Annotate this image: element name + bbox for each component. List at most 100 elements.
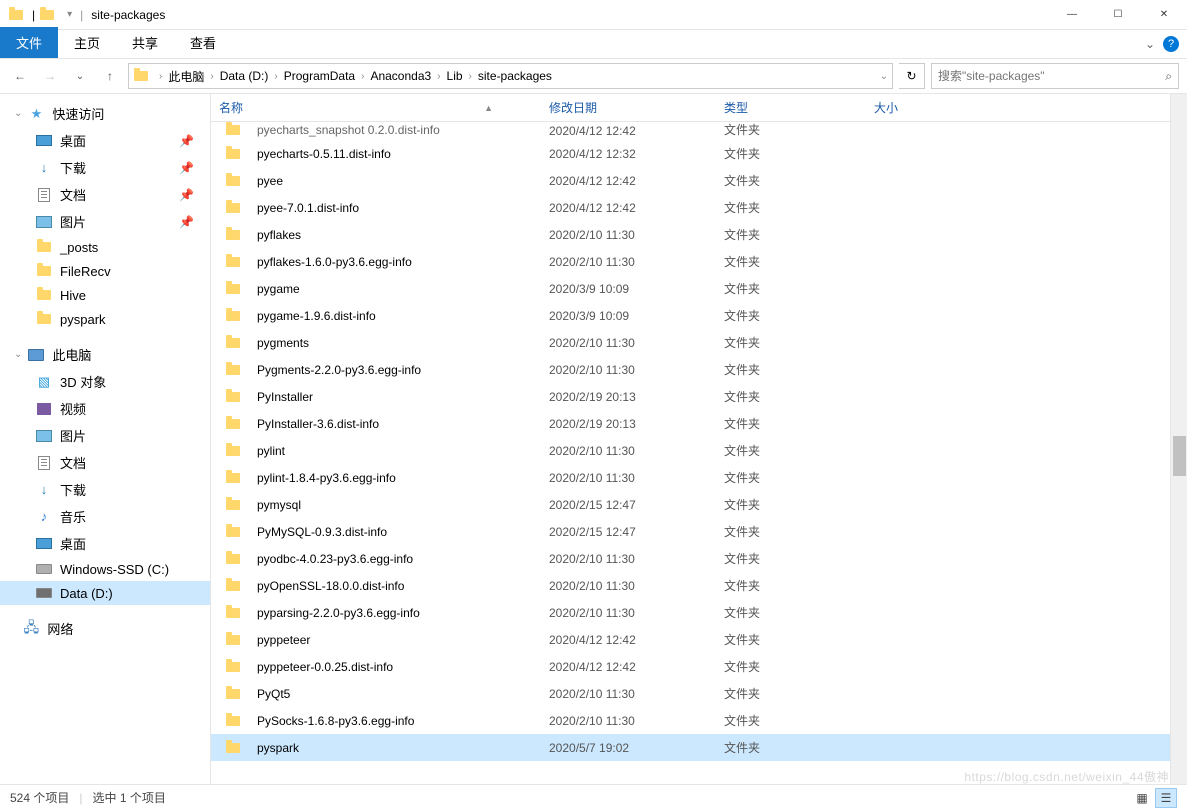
tab-share[interactable]: 共享: [116, 27, 174, 58]
file-row[interactable]: PyInstaller2020/2/19 20:13文件夹: [211, 383, 1187, 410]
breadcrumb-sep[interactable]: ›: [159, 71, 162, 82]
file-row[interactable]: pyee-7.0.1.dist-info2020/4/12 12:42文件夹: [211, 194, 1187, 221]
back-button[interactable]: ←: [8, 64, 32, 88]
tab-home[interactable]: 主页: [58, 27, 116, 58]
history-dropdown[interactable]: ⌄: [68, 64, 92, 88]
sidebar-item[interactable]: Hive: [0, 283, 210, 307]
sidebar-item[interactable]: 图片: [0, 422, 210, 449]
sidebar-item[interactable]: Data (D:): [0, 581, 210, 605]
breadcrumb-sep[interactable]: ›: [469, 71, 472, 82]
file-type: 文件夹: [716, 199, 866, 216]
sidebar-item[interactable]: ↓下载📌: [0, 154, 210, 181]
file-date: 2020/2/10 11:30: [541, 228, 716, 242]
sidebar-item[interactable]: 文档: [0, 449, 210, 476]
minimize-button[interactable]: —: [1049, 0, 1095, 30]
help-icon[interactable]: ?: [1163, 36, 1179, 52]
sidebar-item[interactable]: pyspark: [0, 307, 210, 331]
sidebar-this-pc[interactable]: ⌄ 此电脑: [0, 341, 210, 368]
breadcrumb-sep[interactable]: ›: [361, 71, 364, 82]
file-row[interactable]: pylint-1.8.4-py3.6.egg-info2020/2/10 11:…: [211, 464, 1187, 491]
sidebar-item[interactable]: 文档📌: [0, 181, 210, 208]
crumb-lib[interactable]: Lib: [443, 67, 467, 85]
refresh-button[interactable]: ↻: [899, 63, 925, 89]
file-date: 2020/2/10 11:30: [541, 471, 716, 485]
sidebar-item[interactable]: 图片📌: [0, 208, 210, 235]
col-size[interactable]: 大小: [866, 99, 966, 116]
folder-icon[interactable]: [39, 7, 55, 23]
scroll-thumb[interactable]: [1173, 436, 1186, 476]
file-name: pyflakes-1.6.0-py3.6.egg-info: [257, 255, 412, 269]
file-row[interactable]: Pygments-2.2.0-py3.6.egg-info2020/2/10 1…: [211, 356, 1187, 383]
maximize-button[interactable]: ☐: [1095, 0, 1141, 30]
breadcrumb[interactable]: › 此电脑 › Data (D:) › ProgramData › Anacon…: [128, 63, 893, 89]
view-thumbnails-button[interactable]: ▦: [1131, 788, 1153, 808]
sidebar-item[interactable]: Windows-SSD (C:): [0, 557, 210, 581]
file-row[interactable]: pyspark2020/5/7 19:02文件夹: [211, 734, 1187, 761]
crumb-anaconda[interactable]: Anaconda3: [366, 67, 435, 85]
file-row[interactable]: pylint2020/2/10 11:30文件夹: [211, 437, 1187, 464]
sidebar-item-label: pyspark: [60, 312, 106, 327]
file-row[interactable]: pyflakes2020/2/10 11:30文件夹: [211, 221, 1187, 248]
crumb-drive[interactable]: Data (D:): [216, 67, 273, 85]
sidebar-item[interactable]: 桌面📌: [0, 127, 210, 154]
sidebar-item[interactable]: FileRecv: [0, 259, 210, 283]
breadcrumb-sep[interactable]: ›: [274, 71, 277, 82]
up-button[interactable]: ↑: [98, 64, 122, 88]
file-type: 文件夹: [716, 712, 866, 729]
qat-dropdown[interactable]: ▾: [67, 9, 72, 20]
crumb-pc[interactable]: 此电脑: [164, 66, 208, 87]
sidebar-item[interactable]: ↓下载: [0, 476, 210, 503]
ribbon-chevron-icon[interactable]: ⌄: [1145, 37, 1155, 51]
file-row[interactable]: pyOpenSSL-18.0.0.dist-info2020/2/10 11:3…: [211, 572, 1187, 599]
col-date[interactable]: 修改日期: [541, 99, 716, 116]
sidebar-quick-access[interactable]: ⌄ ★ 快速访问: [0, 100, 210, 127]
file-row[interactable]: pyflakes-1.6.0-py3.6.egg-info2020/2/10 1…: [211, 248, 1187, 275]
sidebar-network[interactable]: › 🖧 网络: [0, 615, 210, 642]
file-row[interactable]: pyee2020/4/12 12:42文件夹: [211, 167, 1187, 194]
breadcrumb-dropdown-icon[interactable]: ⌄: [880, 71, 888, 82]
file-row[interactable]: pyecharts-0.5.11.dist-info2020/4/12 12:3…: [211, 140, 1187, 167]
file-row[interactable]: PySocks-1.6.8-py3.6.egg-info2020/2/10 11…: [211, 707, 1187, 734]
file-row[interactable]: pyecharts_snapshot 0.2.0.dist-info2020/4…: [211, 122, 1187, 140]
file-row[interactable]: pygame-1.9.6.dist-info2020/3/9 10:09文件夹: [211, 302, 1187, 329]
col-type[interactable]: 类型: [716, 99, 866, 116]
network-group: › 🖧 网络: [0, 615, 210, 642]
file-row[interactable]: pyodbc-4.0.23-py3.6.egg-info2020/2/10 11…: [211, 545, 1187, 572]
sidebar-item[interactable]: 视频: [0, 395, 210, 422]
forward-button[interactable]: →: [38, 64, 62, 88]
file-type: 文件夹: [716, 307, 866, 324]
file-row[interactable]: PyMySQL-0.9.3.dist-info2020/2/15 12:47文件…: [211, 518, 1187, 545]
vertical-scrollbar[interactable]: [1170, 94, 1187, 784]
view-details-button[interactable]: ☰: [1155, 788, 1177, 808]
search-input[interactable]: [938, 69, 1165, 83]
breadcrumb-sep[interactable]: ›: [210, 71, 213, 82]
tab-file[interactable]: 文件: [0, 27, 58, 58]
sidebar-item[interactable]: _posts: [0, 235, 210, 259]
file-pane: 名称 ▲ 修改日期 类型 大小 pyecharts_snapshot 0.2.0…: [211, 94, 1187, 784]
close-button[interactable]: ✕: [1141, 0, 1187, 30]
breadcrumb-sep[interactable]: ›: [437, 71, 440, 82]
sidebar-item[interactable]: ▧3D 对象: [0, 368, 210, 395]
file-row[interactable]: pyppeteer-0.0.25.dist-info2020/4/12 12:4…: [211, 653, 1187, 680]
search-icon[interactable]: ⌕: [1165, 69, 1172, 84]
file-date: 2020/2/10 11:30: [541, 552, 716, 566]
folder-icon: [225, 740, 241, 756]
music-icon: ♪: [36, 509, 52, 525]
file-row[interactable]: pymysql2020/2/15 12:47文件夹: [211, 491, 1187, 518]
file-row[interactable]: pygame2020/3/9 10:09文件夹: [211, 275, 1187, 302]
file-row[interactable]: PyInstaller-3.6.dist-info2020/2/19 20:13…: [211, 410, 1187, 437]
file-name: pyppeteer: [257, 633, 310, 647]
file-row[interactable]: pygments2020/2/10 11:30文件夹: [211, 329, 1187, 356]
sidebar-item[interactable]: ♪音乐: [0, 503, 210, 530]
col-name[interactable]: 名称 ▲: [211, 99, 541, 116]
tab-view[interactable]: 查看: [174, 27, 232, 58]
sidebar-item[interactable]: 桌面: [0, 530, 210, 557]
file-list[interactable]: pyecharts_snapshot 0.2.0.dist-info2020/4…: [211, 122, 1187, 784]
crumb-programdata[interactable]: ProgramData: [280, 67, 359, 85]
pin-icon: 📌: [179, 161, 194, 175]
file-row[interactable]: PyQt52020/2/10 11:30文件夹: [211, 680, 1187, 707]
crumb-sitepackages[interactable]: site-packages: [474, 67, 556, 85]
search-box[interactable]: ⌕: [931, 63, 1179, 89]
file-row[interactable]: pyppeteer2020/4/12 12:42文件夹: [211, 626, 1187, 653]
file-row[interactable]: pyparsing-2.2.0-py3.6.egg-info2020/2/10 …: [211, 599, 1187, 626]
